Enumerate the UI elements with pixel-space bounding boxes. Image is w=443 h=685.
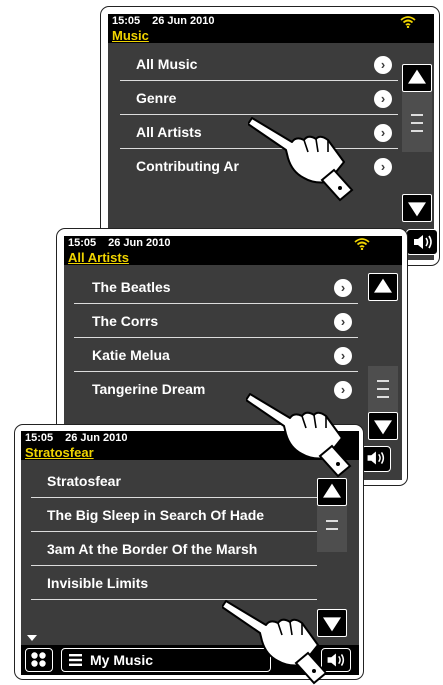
scroll-up-icon bbox=[323, 483, 341, 498]
scrollbar-track[interactable] bbox=[402, 92, 432, 152]
scroll-down-button[interactable] bbox=[402, 194, 432, 222]
menu-list-icon bbox=[69, 654, 82, 666]
chevron-right-icon[interactable]: › bbox=[334, 313, 352, 331]
chevron-right-icon[interactable]: › bbox=[334, 279, 352, 297]
list-item-label: Invisible Limits bbox=[47, 575, 149, 591]
status-time: 15:05 bbox=[25, 432, 54, 444]
home-button[interactable] bbox=[25, 648, 53, 672]
list-item-all-music[interactable]: All Music › bbox=[120, 49, 398, 81]
scroll-up-icon bbox=[374, 278, 392, 293]
scroll-grip bbox=[411, 122, 423, 124]
scroll-grip bbox=[377, 380, 389, 382]
scroll-up-icon bbox=[408, 69, 426, 84]
scroll-up-button[interactable] bbox=[402, 64, 432, 92]
chevron-right-icon[interactable]: › bbox=[374, 90, 392, 108]
pointing-hand-icon bbox=[246, 393, 352, 478]
scroll-grip bbox=[377, 396, 389, 398]
list-item-katie-melua[interactable]: Katie Melua › bbox=[74, 340, 358, 372]
list-item-label: All Music bbox=[136, 56, 198, 72]
status-date: 26 Jun 2010 bbox=[65, 432, 128, 444]
scroll-grip bbox=[326, 520, 338, 522]
list-item-the-beatles[interactable]: The Beatles › bbox=[74, 272, 358, 304]
scroll-grip bbox=[411, 114, 423, 116]
home-grid-icon bbox=[31, 652, 46, 667]
chevron-right-icon[interactable]: › bbox=[374, 56, 392, 74]
status-time: 15:05 bbox=[68, 237, 97, 249]
volume-button[interactable] bbox=[361, 446, 391, 472]
status-bar: 15:05 26 Jun 2010 bbox=[108, 14, 434, 29]
list-item-genre[interactable]: Genre › bbox=[120, 83, 398, 115]
list-item-label: All Artists bbox=[136, 124, 202, 140]
list-item-3am-border-marsh[interactable]: 3am At the Border Of the Marsh bbox=[31, 534, 317, 566]
volume-button[interactable] bbox=[406, 229, 438, 255]
scroll-up-button[interactable] bbox=[368, 273, 398, 301]
chevron-right-icon[interactable]: › bbox=[374, 158, 392, 176]
list-item-label: The Big Sleep in Search Of Hade bbox=[47, 507, 265, 523]
list-item-the-big-sleep[interactable]: The Big Sleep in Search Of Hade bbox=[31, 500, 317, 532]
scroll-down-icon bbox=[408, 202, 426, 217]
scrollbar-track[interactable] bbox=[317, 506, 347, 552]
pointing-hand-icon bbox=[222, 600, 328, 685]
status-date: 26 Jun 2010 bbox=[108, 237, 171, 249]
list-item-label: 3am At the Border Of the Marsh bbox=[47, 541, 258, 557]
pointing-hand-icon bbox=[248, 117, 354, 202]
wifi-icon bbox=[354, 238, 370, 250]
list-item-label: The Corrs bbox=[92, 313, 159, 329]
chevron-right-icon[interactable]: › bbox=[374, 124, 392, 142]
scroll-grip bbox=[326, 528, 338, 530]
scroll-down-icon bbox=[374, 420, 392, 435]
list-item-label: Contributing Ar bbox=[136, 158, 239, 174]
list-item-label: Genre bbox=[136, 90, 177, 106]
status-date: 26 Jun 2010 bbox=[152, 15, 215, 27]
list-item-label: Tangerine Dream bbox=[92, 381, 206, 397]
status-time: 15:05 bbox=[112, 15, 141, 27]
status-bar: 15:05 26 Jun 2010 bbox=[64, 236, 402, 251]
scroll-grip bbox=[411, 130, 423, 132]
menu-label: My Music bbox=[90, 652, 154, 668]
list-item-the-corrs[interactable]: The Corrs › bbox=[74, 306, 358, 338]
volume-icon bbox=[367, 451, 385, 465]
list-item-label: Stratosfear bbox=[47, 473, 121, 489]
chevron-right-icon[interactable]: › bbox=[334, 347, 352, 365]
list-item-label: The Beatles bbox=[92, 279, 171, 295]
more-below-indicator bbox=[27, 635, 37, 641]
wifi-icon bbox=[400, 16, 416, 28]
scroll-grip bbox=[377, 388, 389, 390]
list-item-label: Katie Melua bbox=[92, 347, 170, 363]
scrollbar-track[interactable] bbox=[368, 366, 398, 412]
page-title: Music bbox=[108, 29, 434, 43]
page-title: All Artists bbox=[64, 251, 402, 265]
volume-icon bbox=[414, 235, 432, 249]
scroll-down-button[interactable] bbox=[368, 412, 398, 440]
scroll-up-button[interactable] bbox=[317, 478, 347, 506]
